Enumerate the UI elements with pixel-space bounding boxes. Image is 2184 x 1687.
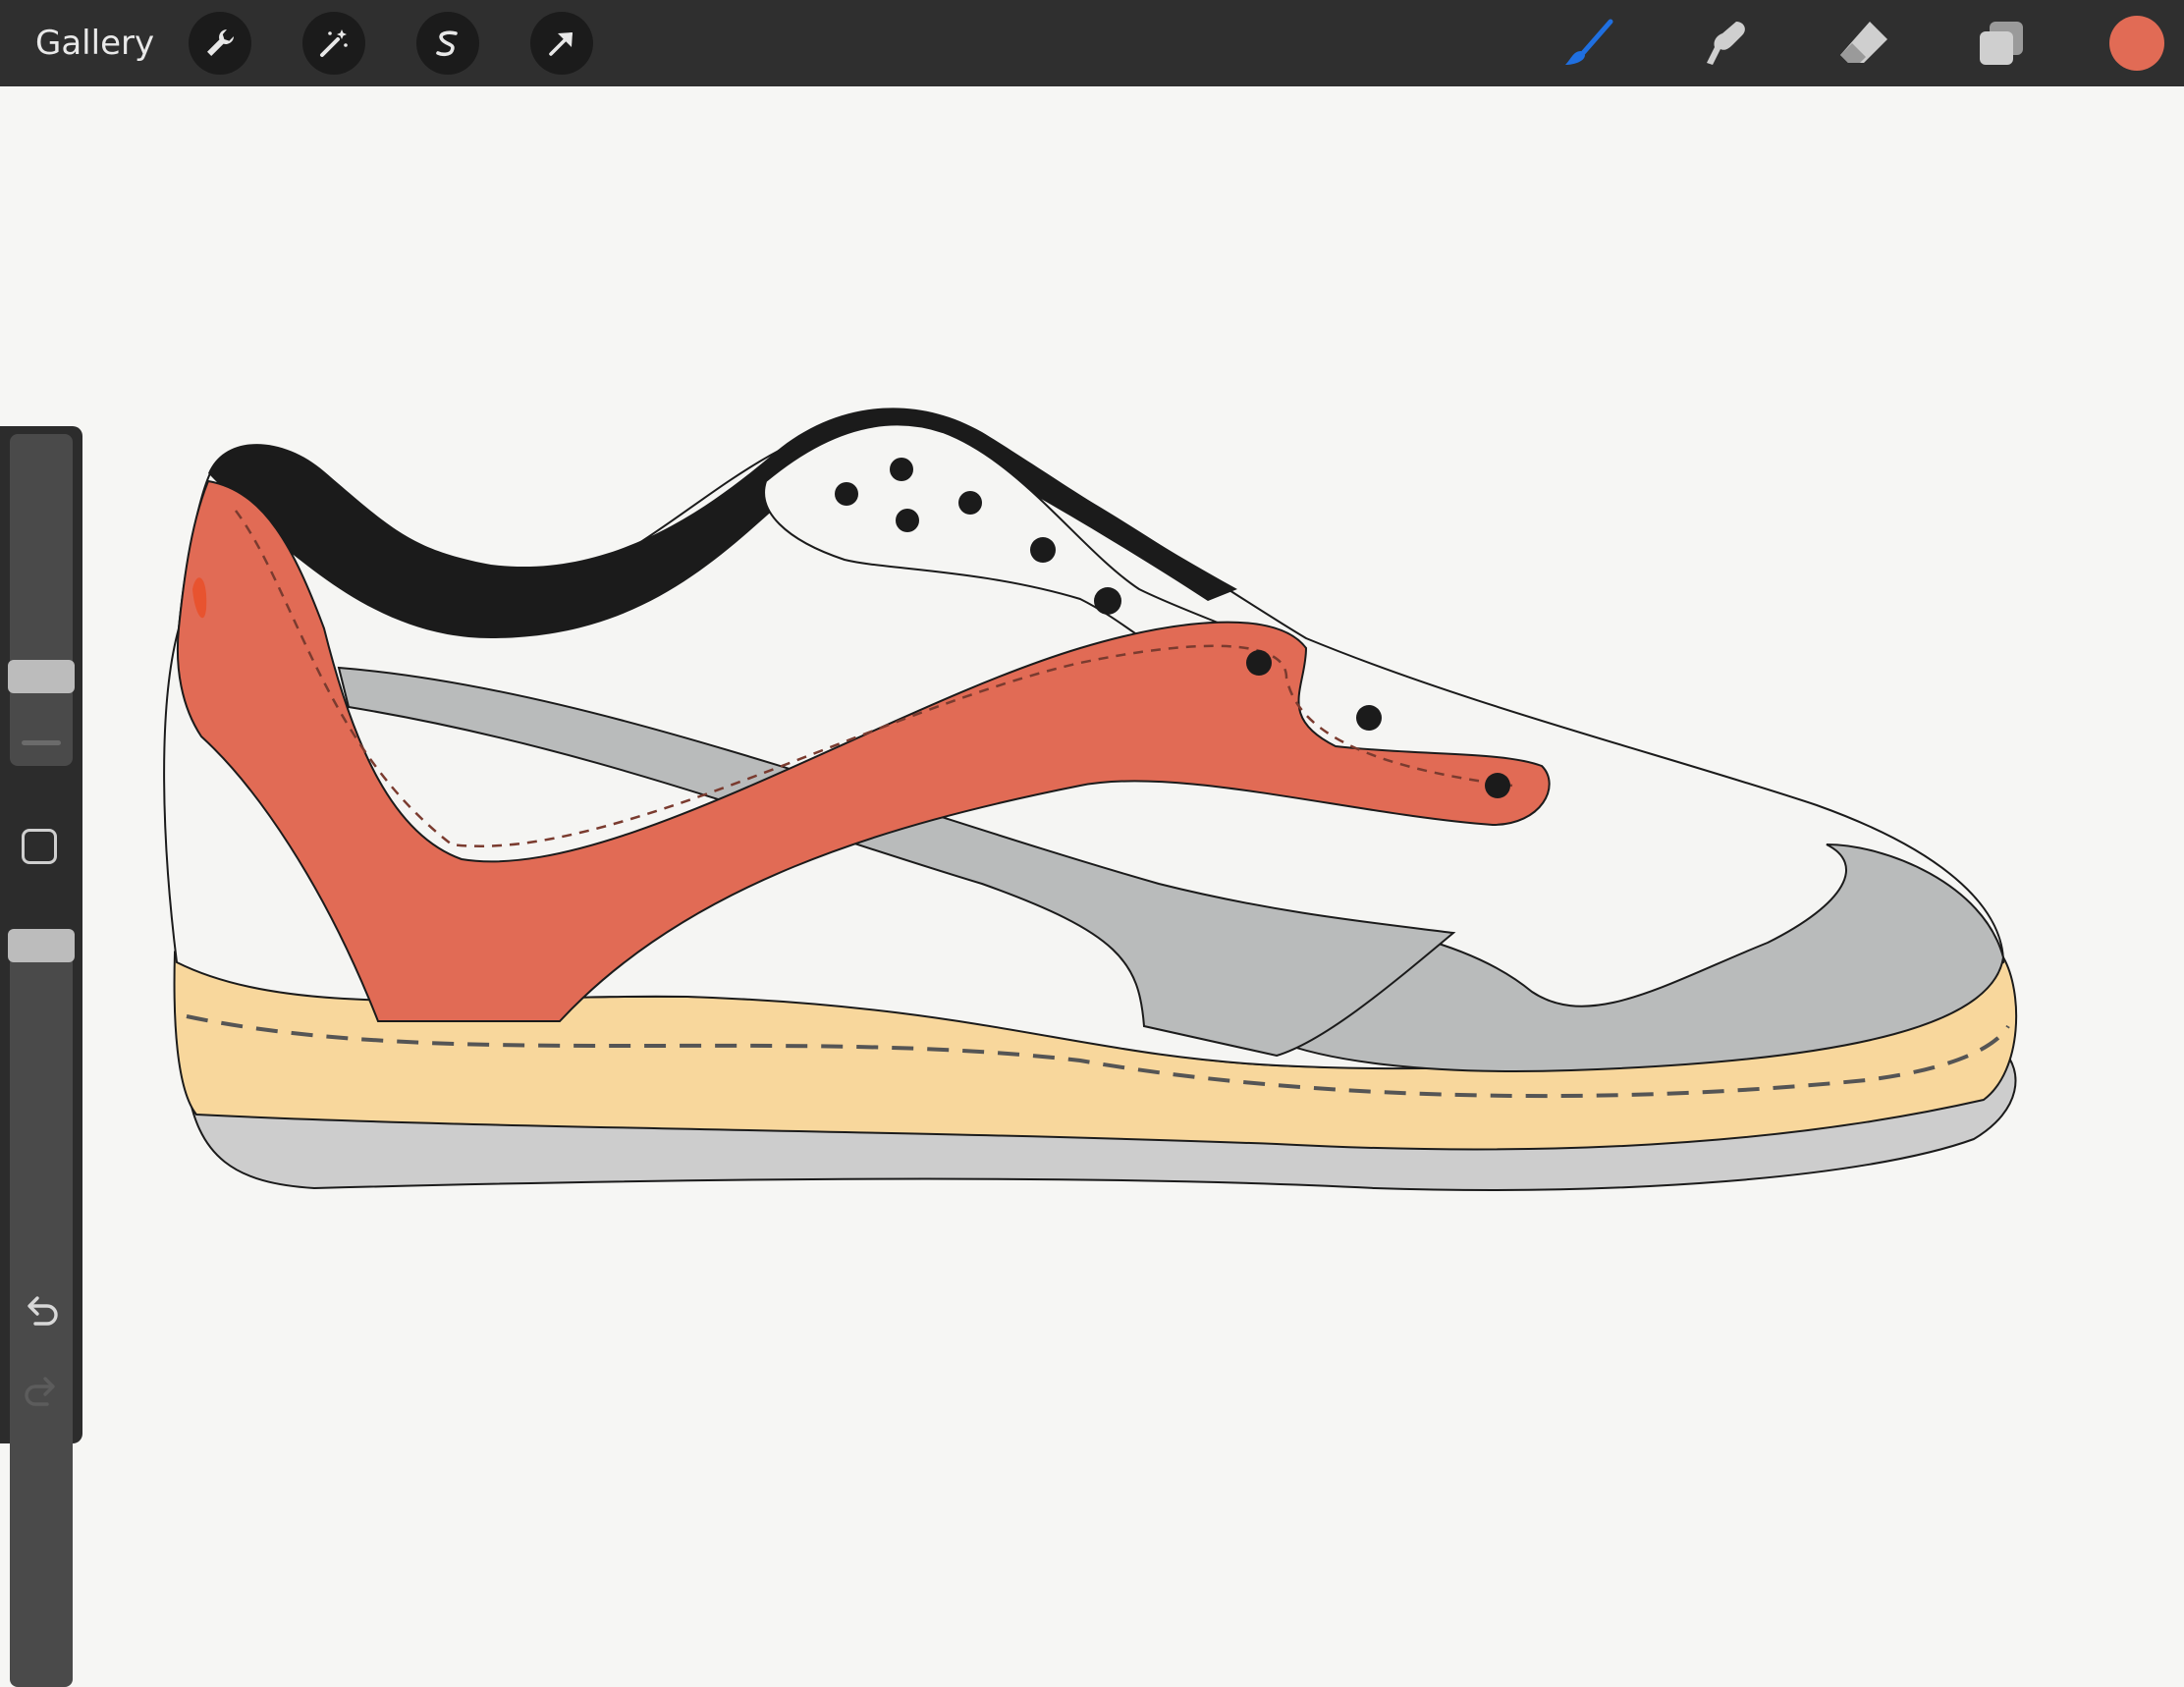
actions-button[interactable] — [189, 12, 251, 75]
eyelet — [1246, 650, 1272, 676]
smudge-icon — [1707, 22, 1745, 65]
layers-tool[interactable] — [1972, 14, 2031, 73]
brush-icon — [1565, 19, 1613, 65]
eyelet — [1094, 587, 1121, 615]
selection-button[interactable] — [416, 12, 479, 75]
drawing-canvas[interactable] — [0, 86, 2184, 1638]
wrench-icon — [207, 29, 234, 56]
eyelet — [890, 458, 913, 481]
eraser-tool[interactable] — [1834, 14, 1893, 73]
magic-wand-icon — [320, 29, 348, 57]
selection-s-icon — [436, 30, 458, 57]
smudge-tool[interactable] — [1697, 14, 1756, 73]
color-picker-swatch[interactable] — [2109, 16, 2164, 71]
eyelet — [1485, 773, 1510, 798]
eyelet — [835, 482, 858, 506]
transform-arrow-icon — [549, 32, 573, 56]
eraser-icon — [1840, 22, 1887, 63]
gallery-button[interactable]: Gallery — [35, 20, 154, 67]
top-toolbar: Gallery — [0, 0, 2184, 86]
eyelet — [958, 491, 982, 515]
eyelet — [1030, 537, 1056, 563]
transform-button[interactable] — [530, 12, 593, 75]
adjustments-button[interactable] — [302, 12, 365, 75]
brush-tool[interactable] — [1559, 14, 1618, 73]
layers-icon — [1980, 22, 2023, 65]
eyelet — [1356, 705, 1382, 731]
eyelet — [896, 509, 919, 532]
